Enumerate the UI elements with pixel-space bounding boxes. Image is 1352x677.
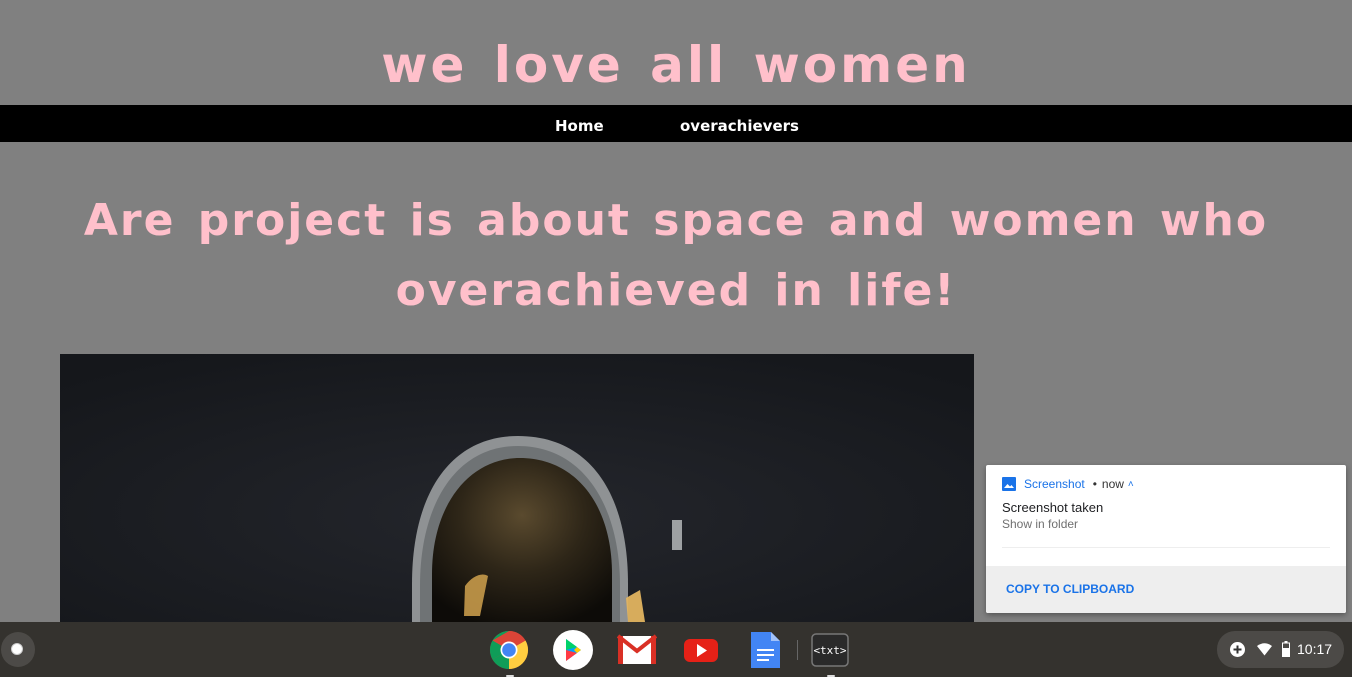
nav-bar: Home overachievers <box>0 105 1352 142</box>
nav-link-home[interactable]: Home <box>555 105 604 142</box>
image-icon <box>1002 477 1016 491</box>
page-headline: Are project is about space and women who… <box>83 195 1269 316</box>
shelf-divider <box>797 640 798 660</box>
chrome-icon[interactable] <box>489 630 529 677</box>
wifi-icon <box>1257 643 1272 656</box>
gmail-icon[interactable] <box>616 630 658 670</box>
shelf: <txt> 10:17 <box>0 622 1352 677</box>
notification-time: now <box>1101 477 1124 491</box>
docs-icon[interactable] <box>745 630 785 670</box>
screenshot-notification: Screenshot • now ˄ Screenshot taken Show… <box>986 465 1346 613</box>
nav-link-overachievers[interactable]: overachievers <box>680 105 799 142</box>
divider <box>1002 547 1330 548</box>
chevron-up-icon[interactable]: ˄ <box>1128 479 1134 490</box>
notification-header: Screenshot • now ˄ <box>1002 476 1134 492</box>
show-in-folder-link[interactable]: Show in folder <box>1002 517 1078 531</box>
site-title: we love all women <box>381 36 971 94</box>
text-editor-icon[interactable]: <txt> <box>810 630 850 677</box>
copy-to-clipboard-button[interactable]: COPY TO CLIPBOARD <box>1006 582 1134 596</box>
site-header: we love all women <box>0 0 1352 105</box>
status-tray[interactable]: 10:17 <box>1217 631 1344 668</box>
launcher-button[interactable] <box>1 632 35 667</box>
clock: 10:17 <box>1297 641 1333 657</box>
battery-icon <box>1282 641 1290 657</box>
astronaut-helmet-photo <box>60 354 974 622</box>
add-icon <box>1230 642 1245 657</box>
text-editor-label: <txt> <box>813 644 846 657</box>
notification-app-name: Screenshot <box>1024 477 1085 491</box>
play-store-icon[interactable] <box>553 630 593 670</box>
notification-title: Screenshot taken <box>1002 500 1104 515</box>
notification-separator: • <box>1092 477 1097 491</box>
notification-actions: COPY TO CLIPBOARD <box>986 566 1346 613</box>
youtube-icon[interactable] <box>681 630 721 670</box>
